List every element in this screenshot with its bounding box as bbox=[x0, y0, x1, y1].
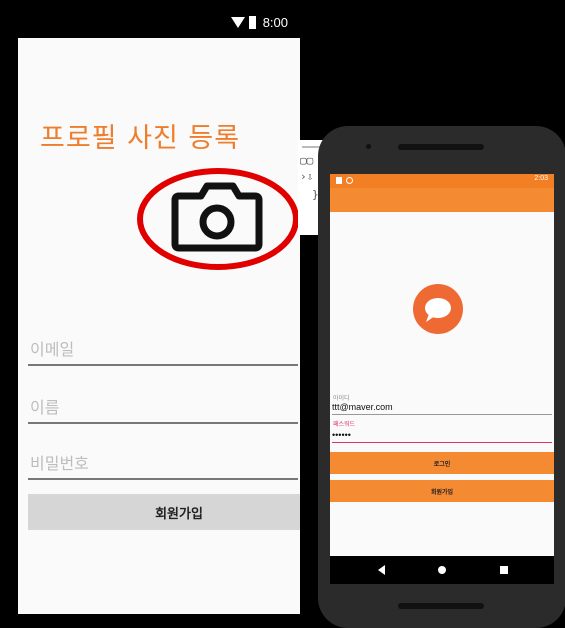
recent-apps-icon[interactable] bbox=[500, 566, 508, 574]
chat-bubble-icon bbox=[413, 284, 463, 334]
email-field[interactable]: 이메일 bbox=[28, 334, 298, 366]
password-field[interactable]: 비밀번호 bbox=[28, 448, 298, 480]
name-field[interactable]: 이름 bbox=[28, 392, 298, 424]
app-bar bbox=[330, 188, 554, 212]
navigation-bar bbox=[330, 556, 554, 584]
speaker-bottom bbox=[398, 603, 484, 609]
notification-icon bbox=[336, 177, 342, 184]
battery-icon bbox=[248, 16, 256, 29]
back-icon[interactable] bbox=[378, 565, 385, 575]
id-input[interactable]: ttt@maver.com bbox=[332, 402, 552, 415]
status-time: 8:00 bbox=[262, 15, 288, 30]
name-placeholder: 이름 bbox=[30, 398, 60, 417]
editor-glyph: ›⇩ bbox=[300, 170, 314, 183]
login-screen: 2:03 아이디 ttt@maver.com 패스워드 •••••• 로그인 회… bbox=[330, 174, 554, 584]
sync-icon bbox=[346, 177, 353, 184]
speaker-top bbox=[398, 144, 484, 150]
profile-photo-picker[interactable] bbox=[135, 166, 298, 272]
status-bar: 8:00 bbox=[18, 8, 300, 38]
signup-button[interactable]: 회원가입 bbox=[330, 480, 554, 502]
front-camera bbox=[366, 144, 371, 149]
page-title: 프로필 사진 등록 bbox=[40, 123, 241, 154]
id-label: 아이디 bbox=[333, 395, 350, 402]
email-placeholder: 이메일 bbox=[30, 340, 75, 359]
status-bar: 2:03 bbox=[330, 174, 554, 188]
status-time: 2:03 bbox=[534, 175, 548, 182]
password-input[interactable]: •••••• bbox=[332, 430, 552, 443]
camera-icon bbox=[171, 182, 263, 252]
signup-button[interactable]: 회원가입 bbox=[28, 494, 300, 530]
editor-glyph: ▢▢ bbox=[300, 154, 314, 167]
home-icon[interactable] bbox=[438, 566, 446, 574]
password-placeholder: 비밀번호 bbox=[30, 454, 89, 473]
login-phone: 2:03 아이디 ttt@maver.com 패스워드 •••••• 로그인 회… bbox=[318, 126, 565, 628]
password-label: 패스워드 bbox=[333, 421, 356, 428]
wifi-icon bbox=[230, 17, 245, 28]
signup-screen: 8:00 프로필 사진 등록 이메일 이름 비밀번호 회원가입 bbox=[18, 8, 300, 628]
navigation-bar bbox=[18, 614, 300, 628]
login-button[interactable]: 로그인 bbox=[330, 452, 554, 474]
